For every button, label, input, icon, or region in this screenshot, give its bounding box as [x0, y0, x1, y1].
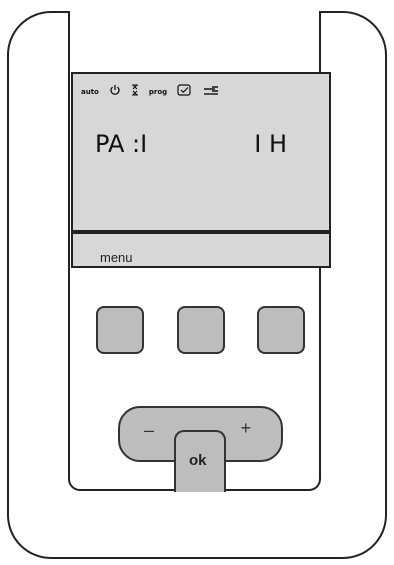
prog-icon: prog	[148, 87, 168, 96]
soft-key-middle[interactable]	[177, 306, 225, 354]
lcd-display: auto prog PA :I I H	[71, 72, 331, 232]
check-box-icon	[177, 83, 192, 101]
display-text-main: PA :I	[95, 130, 148, 158]
display-text-right: I H	[254, 130, 287, 158]
soft-key-left[interactable]	[96, 306, 144, 354]
menu-label: menu	[100, 250, 133, 265]
soft-key-right[interactable]	[257, 306, 305, 354]
auto-icon: auto	[81, 87, 99, 96]
plus-button[interactable]: +	[240, 418, 251, 439]
menu-bar: menu	[71, 231, 331, 268]
wrench-icon	[202, 83, 220, 101]
power-icon	[109, 83, 121, 101]
ok-button[interactable]: ok	[174, 430, 226, 492]
hourglass-icon	[131, 83, 139, 101]
minus-button[interactable]: –	[144, 420, 154, 441]
ok-label: ok	[189, 452, 207, 469]
status-icon-row: auto prog	[81, 84, 220, 100]
